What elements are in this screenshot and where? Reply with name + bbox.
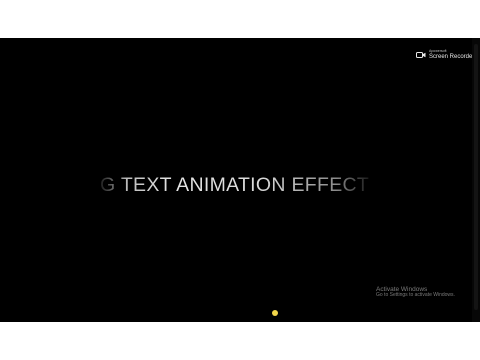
animated-headline: G TEXT ANIMATION EFFECT: [100, 174, 370, 196]
letterbox-bottom: [0, 322, 480, 360]
recorder-product-label: Screen Recorder: [429, 53, 475, 60]
activate-windows-watermark: Activate Windows Go to Settings to activ…: [376, 286, 455, 299]
activate-windows-subtitle: Go to Settings to activate Windows.: [376, 292, 455, 299]
video-frame: Apowersoft Screen Recorder G TEXT ANIMAT…: [0, 38, 480, 322]
scrollbar[interactable]: [472, 38, 480, 322]
letterbox-top: [0, 0, 480, 38]
screen-recorder-badge: Apowersoft Screen Recorder: [416, 49, 475, 60]
cursor-highlight-icon: [272, 310, 278, 316]
scrollbar-thumb[interactable]: [474, 44, 478, 310]
video-camera-icon: [416, 51, 426, 58]
